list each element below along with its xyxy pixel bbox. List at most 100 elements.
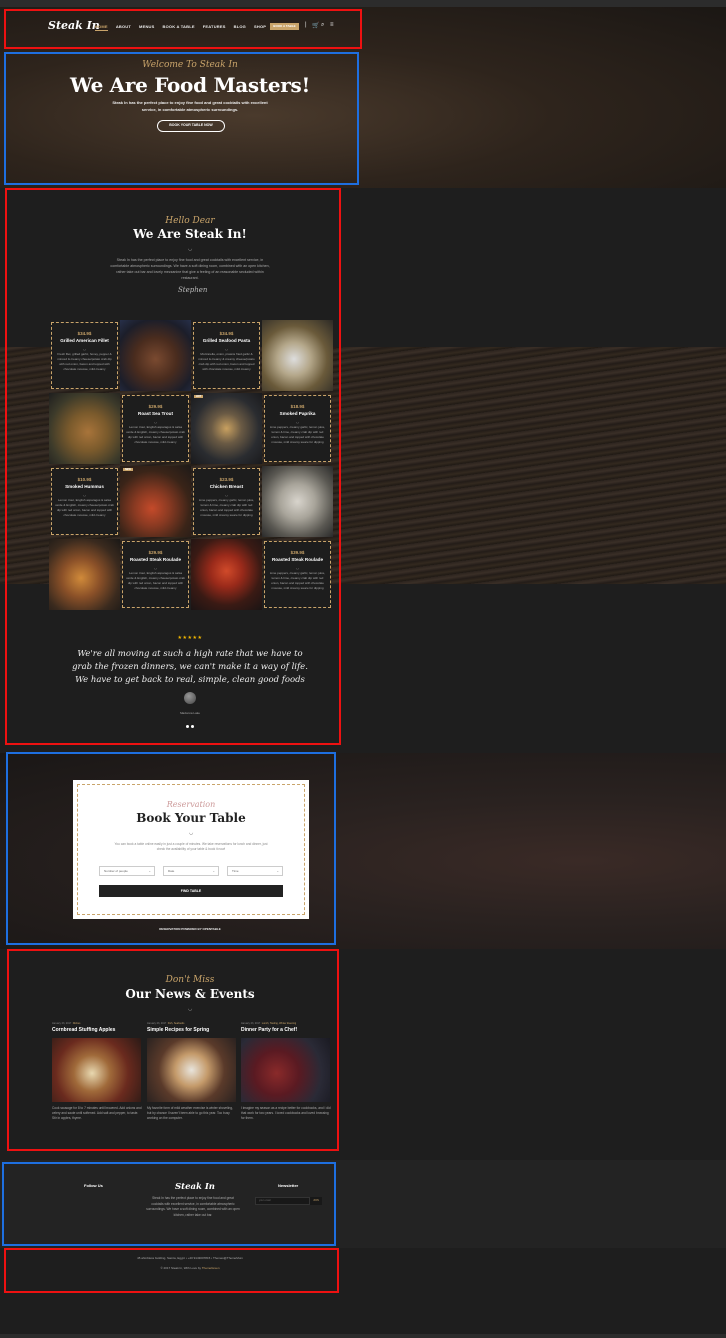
- post-image[interactable]: [241, 1038, 330, 1102]
- nav-book-a-table[interactable]: BOOK A TABLE: [163, 24, 195, 31]
- post-date: January 23, 2017: [52, 1022, 72, 1025]
- about-description: Steak In has the perfect place to enjoy …: [110, 258, 270, 280]
- new-tag: NEW: [123, 468, 133, 471]
- reservation-title: Book Your Table: [136, 811, 246, 825]
- menu-card[interactable]: $34.9$ Grilled American Fillet ◡ Fresh f…: [51, 322, 118, 389]
- testimonial-author: Madonna Lake: [180, 711, 200, 715]
- menu-name: Chicken Breast: [209, 484, 244, 489]
- newsletter-email-input[interactable]: your email: [255, 1197, 310, 1205]
- food-photo: [262, 320, 333, 391]
- post-date: January 23, 2017: [241, 1022, 261, 1025]
- cloche-icon: ◡: [188, 1006, 193, 1012]
- news-post[interactable]: January 23, 2017 Dishes Cornbread Stuffi…: [52, 1022, 142, 1121]
- author-link[interactable]: ThemeGreen: [202, 1266, 220, 1270]
- select-value: Number of people: [104, 869, 128, 873]
- menu-card[interactable]: $23.9$ Chicken Breast ◡ Lime peppers, cr…: [193, 468, 260, 535]
- divider-icon: ◡: [295, 565, 300, 570]
- carousel-dots[interactable]: [186, 725, 194, 728]
- news-post[interactable]: January 23, 2017 Fish, Seafoods Simple R…: [147, 1022, 237, 1121]
- menu-card[interactable]: $18.9$ Smoked Paprika ◡ Lime peppers, cr…: [264, 395, 331, 462]
- menu-name: Grilled Seafood Pasta: [202, 338, 251, 343]
- copyright: © 2017 Steak In, With Love by ThemeGreen: [0, 1266, 380, 1270]
- menu-price: $18.9$: [290, 404, 305, 409]
- book-table-header-button[interactable]: BOOK A TABLE: [270, 23, 299, 30]
- avatar: [184, 692, 196, 704]
- divider-icon: |: [305, 22, 307, 28]
- opentable-credit[interactable]: RESERVATION POWERED BY OPENTABLE: [0, 927, 380, 931]
- people-select[interactable]: Number of people ⌄: [99, 866, 155, 876]
- news-post[interactable]: January 23, 2017 Lunch, Tasting, Winter …: [241, 1022, 331, 1121]
- select-value: Date: [168, 869, 175, 873]
- nav-about[interactable]: ABOUT: [116, 24, 131, 31]
- food-photo: [49, 393, 120, 464]
- post-meta: January 23, 2017 Lunch, Tasting, Winter …: [241, 1022, 331, 1025]
- hero-background: [0, 7, 726, 188]
- post-excerpt: Cook sausage for 8 to 7 minutes until br…: [52, 1106, 142, 1120]
- post-meta: January 23, 2017 Dishes: [52, 1022, 142, 1025]
- post-image[interactable]: [52, 1038, 141, 1102]
- newsletter-heading: Newsletter: [278, 1183, 299, 1188]
- menu-price: $34.9$: [219, 331, 234, 336]
- post-title[interactable]: Dinner Party for a Chef!: [241, 1027, 331, 1033]
- food-photo: [49, 539, 120, 610]
- menu-desc: Lime peppers, creamy garlic, lemon juice…: [269, 571, 326, 590]
- testimonial-quote: We're all moving at such a high rate tha…: [72, 649, 308, 685]
- chevron-down-icon: ⌄: [212, 869, 215, 873]
- post-category[interactable]: Dishes: [73, 1022, 81, 1025]
- search-icon[interactable]: ⌕: [321, 22, 324, 29]
- menu-card[interactable]: $29.9$ Roast Sea Trout ◡ Lemon trout, En…: [122, 395, 189, 462]
- date-select[interactable]: Date ⌄: [163, 866, 219, 876]
- about-title: We Are Steak In!: [133, 227, 247, 241]
- post-category[interactable]: Fish, Seafoods: [168, 1022, 185, 1025]
- find-table-button[interactable]: FIND TABLE: [99, 885, 283, 897]
- main-nav: HOME ABOUT MENUS BOOK A TABLE FEATURES B…: [95, 24, 298, 31]
- cart-icon[interactable]: 🛒: [312, 22, 319, 29]
- carousel-dot[interactable]: [186, 725, 189, 728]
- menu-price: $29.9$: [148, 550, 163, 555]
- post-meta: January 23, 2017 Fish, Seafoods: [147, 1022, 237, 1025]
- menu-price: $29.9$: [148, 404, 163, 409]
- divider-icon: ◡: [153, 419, 158, 424]
- carousel-dot[interactable]: [191, 725, 194, 728]
- hero-description: Steak In has the perfect place to enjoy …: [112, 100, 268, 112]
- post-excerpt: My favorite form of mild weather exercis…: [147, 1106, 233, 1120]
- menu-icon[interactable]: ≡: [330, 22, 334, 28]
- post-category[interactable]: Lunch, Tasting, Winter Evening: [262, 1022, 296, 1025]
- nav-shop[interactable]: SHOP: [254, 24, 266, 31]
- menu-name: Roast Sea Trout: [138, 411, 173, 416]
- post-title[interactable]: Simple Recipes for Spring: [147, 1027, 237, 1033]
- menu-desc: Lemon trout, English asparagus & salsa v…: [126, 571, 185, 590]
- footer-logo[interactable]: Steak In: [175, 1182, 215, 1192]
- newsletter-join-button[interactable]: JOIN: [310, 1197, 322, 1205]
- divider-icon: ◡: [82, 346, 87, 351]
- menu-card[interactable]: $29.9$ Roasted Steak Roulade ◡ Lemon tro…: [122, 541, 189, 608]
- divider-icon: ◡: [224, 346, 229, 351]
- nav-menus[interactable]: MENUS: [139, 24, 154, 31]
- site-logo[interactable]: Steak In: [48, 19, 100, 32]
- divider-icon: ◡: [82, 492, 87, 497]
- menu-card[interactable]: $34.9$ Grilled Seafood Pasta ◡ Mozzarell…: [193, 322, 260, 389]
- post-title[interactable]: Cornbread Stuffing Apples: [52, 1027, 142, 1033]
- hot-tag: HOT: [194, 395, 204, 398]
- nav-features[interactable]: FEATURES: [203, 24, 226, 31]
- menu-price: $23.9$: [219, 477, 234, 482]
- browser-top-edge: [0, 0, 726, 7]
- menu-price: $39.9$: [290, 550, 305, 555]
- menu-name: Smoked Paprika: [279, 411, 316, 416]
- cloche-icon: ◡: [189, 830, 194, 836]
- divider-icon: ◡: [295, 419, 300, 424]
- menu-card[interactable]: $39.9$ Roasted Steak Roulade ◡ Lime pepp…: [264, 541, 331, 608]
- post-date: January 23, 2017: [147, 1022, 167, 1025]
- book-table-now-button[interactable]: BOOK YOUR TABLE NOW: [157, 120, 225, 132]
- menu-desc: Lemon trout, English asparagus & salsa v…: [55, 498, 114, 517]
- post-image[interactable]: [147, 1038, 236, 1102]
- nav-home[interactable]: HOME: [95, 24, 108, 31]
- nav-blog[interactable]: BLOG: [234, 24, 246, 31]
- menu-desc: Lemon trout, English asparagus & salsa v…: [126, 425, 185, 444]
- select-value: Time: [232, 869, 239, 873]
- divider-icon: ◡: [153, 565, 158, 570]
- news-subtitle: Don't Miss: [165, 975, 215, 985]
- food-photo: NEW: [120, 466, 191, 537]
- menu-card[interactable]: $10.9$ Smoked Hummus ◡ Lemon trout, Engl…: [51, 468, 118, 535]
- time-select[interactable]: Time ⌄: [227, 866, 283, 876]
